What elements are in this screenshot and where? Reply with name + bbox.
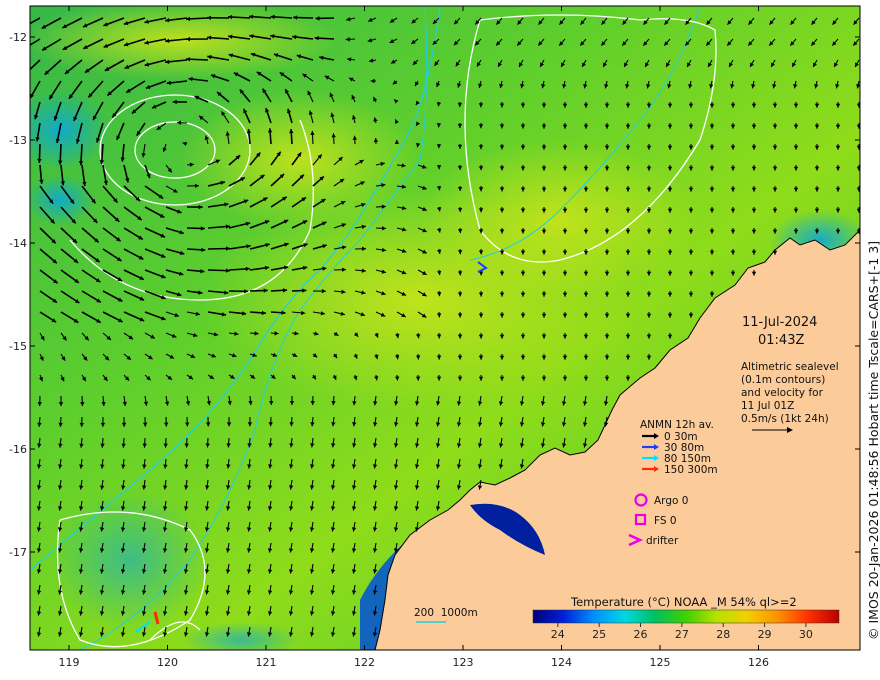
lat-tick-label: -16 bbox=[9, 443, 27, 456]
colorbar-tick-label: 24 bbox=[551, 628, 565, 641]
depth-legend-title: ANMN 12h av. bbox=[640, 419, 714, 431]
depth-legend-label: 150 300m bbox=[664, 464, 718, 476]
lat-tick-label: -17 bbox=[9, 546, 27, 559]
argo-label: Argo 0 bbox=[654, 495, 688, 507]
credit-text: © IMOS 20-Jan-2026 01:48:56 Hobart time … bbox=[866, 240, 880, 640]
colorbar-tick-label: 27 bbox=[675, 628, 689, 641]
altimetry-note-line: and velocity for bbox=[741, 387, 824, 399]
colorbar-tick-label: 26 bbox=[634, 628, 648, 641]
altimetry-note-line: Altimetric sealevel bbox=[741, 361, 839, 373]
lat-tick-label: -12 bbox=[9, 31, 27, 44]
lon-tick-label: 126 bbox=[748, 656, 769, 669]
colorbar-tick-label: 29 bbox=[758, 628, 772, 641]
lon-tick-label: 123 bbox=[453, 656, 474, 669]
lon-tick-label: 120 bbox=[157, 656, 178, 669]
ocean-temperature-map: -12 -13 -14 -15 -16 -17 119 120 121 122 123 124 125… bbox=[9, 5, 861, 669]
lon-tick-label: 121 bbox=[256, 656, 277, 669]
velocity-arrowhead bbox=[21, 25, 26, 29]
altimetry-note-line: 11 Jul 01Z bbox=[741, 400, 794, 412]
lon-tick-label: 124 bbox=[551, 656, 572, 669]
lon-tick-label: 119 bbox=[59, 656, 80, 669]
isobath-legend-label: 200 1000m bbox=[414, 607, 478, 619]
velocity-arrowhead bbox=[21, 47, 26, 51]
colorbar-tick-label: 28 bbox=[716, 628, 730, 641]
map-time: 01:43Z bbox=[758, 333, 804, 348]
lat-tick-label: -14 bbox=[9, 237, 27, 250]
velocity-arrowhead bbox=[24, 71, 28, 75]
colorbar-title: Temperature (°C) NOAA _M 54% ql>=2 bbox=[570, 595, 797, 609]
altimetry-note-line: 0.5m/s (1kt 24h) bbox=[741, 413, 829, 425]
colorbar-tick-label: 25 bbox=[592, 628, 606, 641]
drifter-label: drifter bbox=[646, 535, 679, 547]
lat-tick-label: -13 bbox=[9, 134, 27, 147]
lat-tick-label: -15 bbox=[9, 340, 27, 353]
colorbar-tick-label: 30 bbox=[799, 628, 813, 641]
lon-tick-label: 122 bbox=[354, 656, 375, 669]
altimetry-note-line: (0.1m contours) bbox=[741, 374, 825, 386]
map-date: 11-Jul-2024 bbox=[742, 315, 817, 330]
colorbar-gradient bbox=[532, 609, 840, 624]
plot-area bbox=[21, 6, 860, 650]
fs-label: FS 0 bbox=[654, 515, 677, 527]
lon-tick-label: 125 bbox=[650, 656, 671, 669]
